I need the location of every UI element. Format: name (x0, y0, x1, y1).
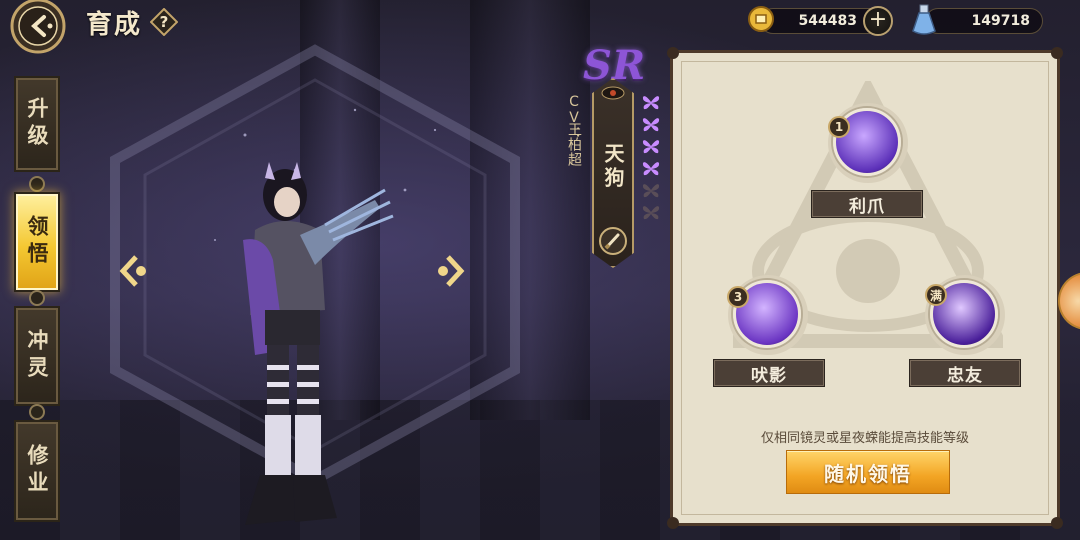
prev-character-button[interactable] (118, 254, 152, 288)
tab-separator (29, 404, 45, 420)
help-button[interactable]: ? (150, 8, 178, 36)
character-name: 天狗 (601, 143, 625, 191)
panel-corner (1051, 517, 1063, 529)
butterfly-star-icon (642, 184, 660, 198)
right-arrow-icon (446, 255, 465, 287)
plus-icon: + (868, 7, 888, 32)
butterfly-star-icon (642, 162, 660, 176)
tab-separator (29, 290, 45, 306)
tab-comprehend[interactable]: 领悟 (14, 192, 60, 292)
butterfly-star-icon (642, 96, 660, 110)
tab-comprehend-label: 领悟 (25, 215, 50, 269)
skill-panel: 1 利爪 3 吠影 满 忠友 仅相同镜灵或星夜蝾能提高技能等级 随机领悟 (667, 47, 1063, 529)
brush-icon[interactable] (598, 226, 628, 256)
random-comprehend-button[interactable]: 随机领悟 (786, 450, 950, 494)
potion-icon (912, 4, 936, 35)
butterfly-star-icon (642, 118, 660, 132)
butterfly-star-icon (642, 206, 660, 220)
cv-name: 王柏超 (566, 122, 582, 167)
character-figure (243, 162, 394, 525)
potion-amount: 149718 (971, 13, 1030, 29)
tab-upgrade-label: 升级 (25, 97, 50, 151)
tab-training-label: 修业 (25, 444, 50, 498)
tab-spirit-label: 冲灵 (25, 329, 50, 383)
tab-spirit[interactable]: 冲灵 (14, 306, 60, 406)
coin-amount: 544483 (798, 13, 857, 29)
butterfly-star-icon (642, 140, 660, 154)
panel-corner (667, 47, 679, 59)
star-rating (642, 94, 660, 226)
tab-separator (29, 176, 45, 192)
back-button[interactable] (6, 0, 76, 56)
coin-icon (748, 6, 774, 32)
skill-level-badge: 1 (828, 116, 850, 138)
potion-balance: 149718 (925, 8, 1043, 34)
page-title: 育成 (86, 10, 143, 40)
eye-icon (601, 86, 625, 100)
skill-level-badge: 满 (925, 284, 947, 306)
help-icon: ? (160, 13, 169, 31)
add-coins-button[interactable]: + (863, 6, 893, 36)
left-arrow-icon (119, 255, 138, 287)
skill-name-loyal[interactable]: 忠友 (909, 359, 1021, 387)
next-character-button[interactable] (432, 254, 466, 288)
hint-text: 仅相同镜灵或星夜蝾能提高技能等级 (760, 431, 969, 446)
panel-corner (667, 517, 679, 529)
skill-name-shadow[interactable]: 吠影 (713, 359, 825, 387)
tab-training[interactable]: 修业 (14, 420, 60, 522)
skill-name-claw[interactable]: 利爪 (811, 190, 923, 218)
panel-corner (1051, 47, 1063, 59)
skill-level-badge: 3 (727, 286, 749, 308)
tab-upgrade[interactable]: 升级 (14, 76, 60, 172)
